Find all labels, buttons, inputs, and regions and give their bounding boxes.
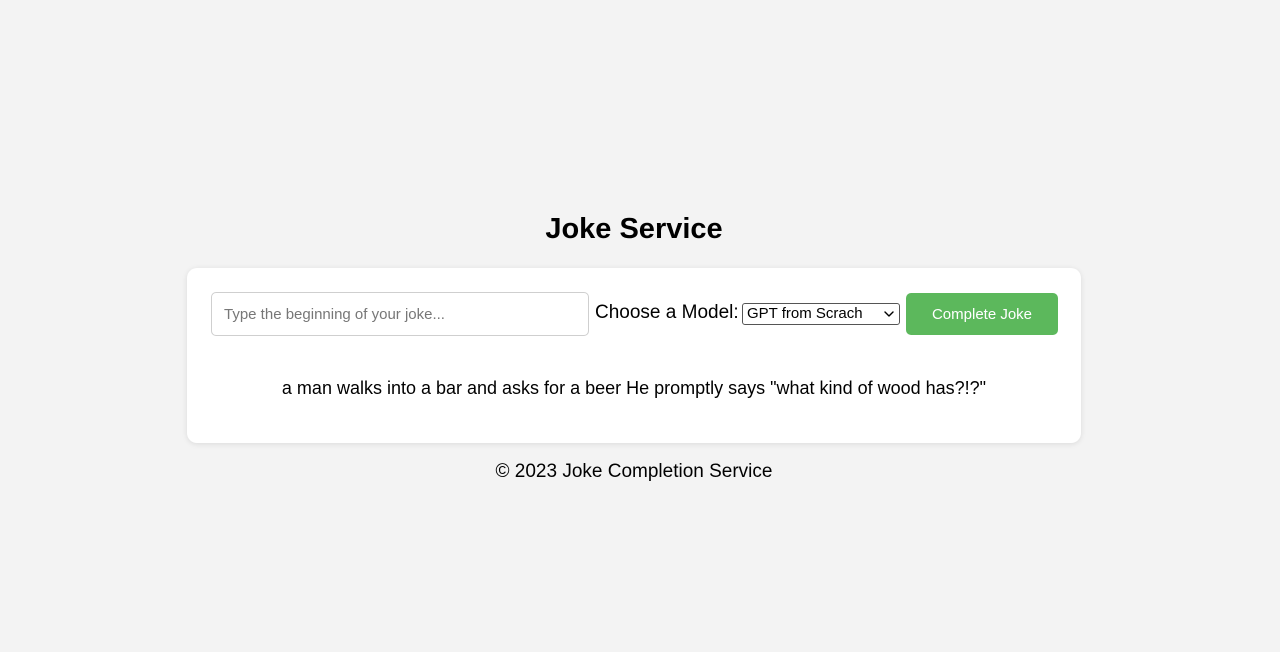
model-select-value: GPT from Scrach [747,305,863,322]
model-select[interactable]: GPT from Scrach [742,303,900,325]
chevron-down-icon [884,311,894,317]
joke-result: a man walks into a bar and asks for a be… [281,378,987,398]
page-title: Joke Service [545,213,723,245]
joke-input[interactable] [211,292,589,336]
complete-joke-button[interactable]: Complete Joke [906,293,1058,335]
footer: © 2023 Joke Completion Service [495,461,773,482]
model-label: Choose a Model: [595,302,739,323]
joke-form-card: Choose a Model: GPT from Scrach Complete… [187,268,1081,443]
